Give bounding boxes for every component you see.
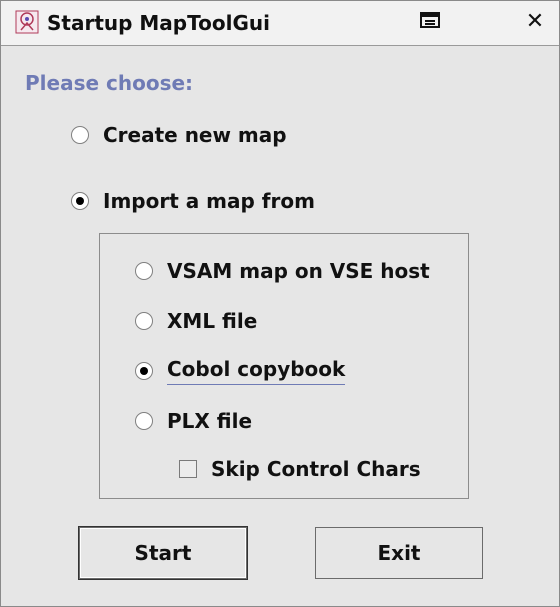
window-title: Startup MapToolGui (47, 11, 270, 35)
restore-window-icon[interactable] (419, 9, 443, 31)
startup-dialog: Startup MapToolGui ✕ Please choose: Crea… (0, 0, 560, 607)
import-source-vsam[interactable]: VSAM map on VSE host (135, 259, 430, 283)
import-map-label: Import a map from (103, 189, 315, 213)
create-new-map-label: Create new map (103, 123, 287, 147)
import-source-plx[interactable]: PLX file (135, 409, 252, 433)
close-icon[interactable]: ✕ (521, 9, 549, 35)
import-source-cobol[interactable]: Cobol copybook (135, 357, 346, 385)
import-source-xml[interactable]: XML file (135, 309, 257, 333)
create-new-map-option[interactable]: Create new map (71, 123, 287, 147)
maptool-app-icon (15, 10, 39, 34)
start-button[interactable]: Start (79, 527, 247, 579)
skip-control-chars-label: Skip Control Chars (211, 457, 421, 481)
cobol-label: Cobol copybook (167, 357, 346, 385)
choose-prompt: Please choose: (25, 71, 194, 95)
title-bar[interactable]: Startup MapToolGui ✕ (1, 1, 559, 46)
radio-cobol[interactable] (135, 362, 153, 380)
skip-control-chars-checkbox[interactable] (179, 460, 197, 478)
radio-import-map[interactable] (71, 192, 89, 210)
import-map-option[interactable]: Import a map from (71, 189, 315, 213)
plx-label: PLX file (167, 409, 253, 433)
skip-control-chars-option[interactable]: Skip Control Chars (179, 457, 421, 481)
radio-plx[interactable] (135, 412, 153, 430)
vsam-label: VSAM map on VSE host (167, 259, 430, 283)
radio-xml[interactable] (135, 312, 153, 330)
radio-create-new-map[interactable] (71, 126, 89, 144)
radio-vsam[interactable] (135, 262, 153, 280)
exit-button[interactable]: Exit (315, 527, 483, 579)
xml-label: XML file (167, 309, 258, 333)
